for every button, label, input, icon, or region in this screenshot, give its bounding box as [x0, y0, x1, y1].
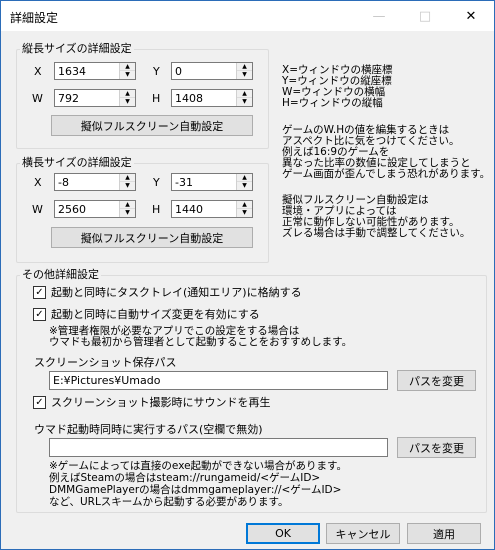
horizontal-fullscreen-button[interactable]: 擬似フルスクリーン自動設定	[51, 227, 253, 248]
horizontal-x-label: X	[34, 176, 42, 189]
vertical-h-value: 1408	[175, 92, 203, 105]
other-group-label: その他詳細設定	[20, 268, 101, 281]
autosize-checkbox[interactable]: ✓	[33, 308, 46, 321]
spin-down-icon[interactable]: ▼	[120, 71, 135, 79]
spin-up-icon[interactable]: ▲	[237, 90, 252, 98]
exec-note-line: DMMGamePlayerの場合はdmmgameplayer://<ゲームID>	[49, 484, 342, 496]
exec-note-line: ※ゲームによっては直接のexe起動ができない場合があります。	[49, 460, 348, 472]
vertical-y-spinner[interactable]: 0 ▲ ▼	[171, 62, 253, 80]
spin-down-icon[interactable]: ▼	[237, 71, 252, 79]
note-line: ズレる場合は手動で調整してください。	[282, 227, 471, 239]
vertical-w-spinner[interactable]: 792 ▲ ▼	[54, 89, 136, 107]
horizontal-w-value: 2560	[58, 203, 86, 216]
horizontal-x-value: -8	[58, 176, 69, 189]
checkmark-icon: ✓	[35, 308, 44, 320]
checkmark-icon: ✓	[35, 396, 44, 408]
window-title: 詳細設定	[10, 11, 59, 25]
close-button[interactable]: ✕	[448, 1, 494, 31]
horizontal-h-label: H	[152, 203, 161, 216]
minimize-button[interactable]: —	[356, 1, 402, 31]
horizontal-y-label: Y	[153, 176, 160, 189]
horizontal-h-spinner[interactable]: 1440 ▲ ▼	[171, 200, 253, 218]
horizontal-w-label: W	[32, 203, 43, 216]
autosize-checkbox-label: 起動と同時に自動サイズ変更を有効にする	[51, 308, 260, 321]
sound-checkbox-label: スクリーンショット撮影時にサウンドを再生	[51, 396, 271, 409]
spin-down-icon[interactable]: ▼	[120, 98, 135, 106]
minimize-icon: —	[372, 8, 386, 24]
spin-up-icon[interactable]: ▲	[237, 63, 252, 71]
vertical-y-value: 0	[175, 65, 182, 78]
spin-up-icon[interactable]: ▲	[237, 174, 252, 182]
spin-up-icon[interactable]: ▲	[120, 201, 135, 209]
tray-checkbox-row[interactable]: ✓ 起動と同時にタスクトレイ(通知エリア)に格納する	[33, 286, 333, 300]
ok-button[interactable]: OK	[246, 523, 320, 544]
exec-note-line: など、URLスキームから起動する必要があります。	[49, 496, 289, 508]
horizontal-h-value: 1440	[175, 203, 203, 216]
vertical-x-label: X	[34, 65, 42, 78]
settings-dialog: 詳細設定 — □ ✕ 縦長サイズの詳細設定 X 1634 ▲ ▼ Y 0 ▲ ▼	[0, 0, 495, 550]
vertical-h-spinner[interactable]: 1408 ▲ ▼	[171, 89, 253, 107]
spin-down-icon[interactable]: ▼	[120, 182, 135, 190]
maximize-button[interactable]: □	[402, 1, 448, 31]
horizontal-w-spinner[interactable]: 2560 ▲ ▼	[54, 200, 136, 218]
maximize-icon: □	[418, 8, 432, 24]
close-icon: ✕	[465, 8, 477, 24]
title-bar: 詳細設定 — □ ✕	[1, 1, 494, 31]
spin-down-icon[interactable]: ▼	[120, 209, 135, 217]
horizontal-y-value: -31	[175, 176, 193, 189]
vertical-y-label: Y	[153, 65, 160, 78]
autosize-checkbox-row[interactable]: ✓ 起動と同時に自動サイズ変更を有効にする	[33, 308, 333, 322]
dialog-content: 縦長サイズの詳細設定 X 1634 ▲ ▼ Y 0 ▲ ▼ W 792 ▲ ▼ …	[1, 31, 494, 549]
tray-checkbox-label: 起動と同時にタスクトレイ(通知エリア)に格納する	[51, 286, 302, 299]
tray-checkbox[interactable]: ✓	[33, 286, 46, 299]
spin-up-icon[interactable]: ▲	[120, 63, 135, 71]
exec-note-line: 例えばSteamの場合はsteam://rungameid/<ゲームID>	[49, 472, 321, 484]
cancel-button[interactable]: キャンセル	[326, 523, 400, 544]
screenshot-path-value: E:¥Pictures¥Umado	[53, 374, 161, 387]
admin-note-line: ウマドも最初から管理者として起動することをおすすめします。	[49, 336, 353, 348]
vertical-x-spinner[interactable]: 1634 ▲ ▼	[54, 62, 136, 80]
spin-up-icon[interactable]: ▲	[237, 201, 252, 209]
vertical-w-value: 792	[58, 92, 79, 105]
note-line: ゲーム画面が歪んでしまう恐れがあります。	[282, 168, 491, 180]
spin-down-icon[interactable]: ▼	[237, 98, 252, 106]
vertical-x-value: 1634	[58, 65, 86, 78]
checkmark-icon: ✓	[35, 286, 44, 298]
legend-line: H=ウィンドウの縦幅	[282, 97, 383, 109]
sound-checkbox-row[interactable]: ✓ スクリーンショット撮影時にサウンドを再生	[33, 396, 333, 410]
vertical-fullscreen-button[interactable]: 擬似フルスクリーン自動設定	[51, 115, 253, 136]
spin-down-icon[interactable]: ▼	[237, 209, 252, 217]
horizontal-y-spinner[interactable]: -31 ▲ ▼	[171, 173, 253, 191]
exec-path-input[interactable]	[49, 438, 388, 457]
screenshot-path-label: スクリーンショット保存パス	[34, 356, 177, 369]
horizontal-x-spinner[interactable]: -8 ▲ ▼	[54, 173, 136, 191]
vertical-h-label: H	[152, 92, 161, 105]
apply-button[interactable]: 適用	[407, 523, 481, 544]
sound-checkbox[interactable]: ✓	[33, 396, 46, 409]
horizontal-group-label: 横長サイズの詳細設定	[20, 156, 134, 169]
screenshot-change-path-button[interactable]: パスを変更	[397, 370, 476, 391]
vertical-w-label: W	[32, 92, 43, 105]
exec-path-label: ウマド起動時同時に実行するパス(空欄で無効)	[34, 423, 263, 436]
vertical-group-label: 縦長サイズの詳細設定	[20, 42, 134, 55]
spin-up-icon[interactable]: ▲	[120, 90, 135, 98]
spin-down-icon[interactable]: ▼	[237, 182, 252, 190]
spin-up-icon[interactable]: ▲	[120, 174, 135, 182]
screenshot-path-input[interactable]: E:¥Pictures¥Umado	[49, 371, 388, 390]
exec-change-path-button[interactable]: パスを変更	[397, 437, 476, 458]
